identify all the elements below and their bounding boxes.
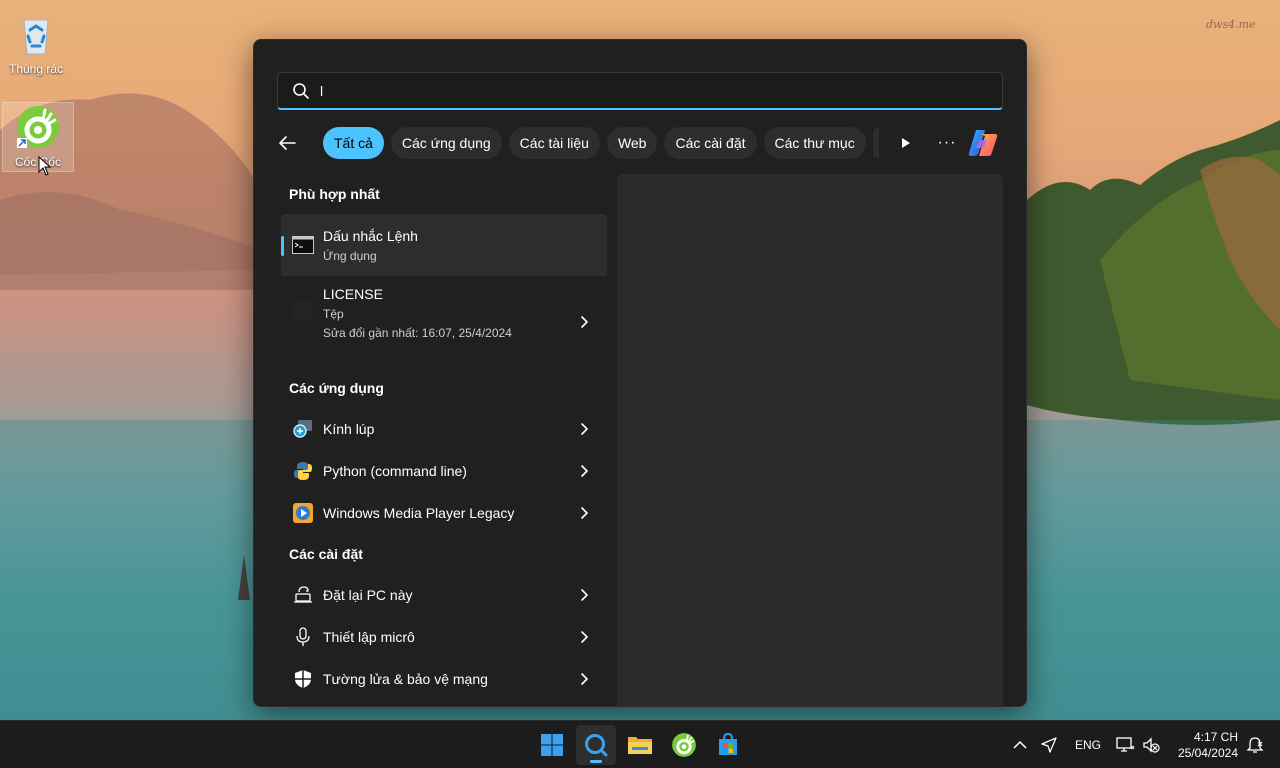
media-player-icon [292, 502, 314, 524]
coccoc-browser-icon [672, 733, 696, 757]
language-indicator[interactable]: ENG [1075, 721, 1101, 768]
desktop-icon-recycle-bin[interactable]: Thùng rác [0, 10, 72, 76]
preview-pane [617, 174, 1003, 706]
filter-chip-settings[interactable]: Các cài đặt [664, 127, 757, 159]
settings-heading: Các cài đặt [289, 546, 363, 562]
desktop-icon-label: Thùng rác [8, 62, 64, 76]
magnifier-icon [292, 418, 314, 440]
chevron-right-icon [581, 507, 588, 519]
taskbar-file-explorer[interactable] [620, 725, 660, 765]
app-label: Python (command line) [323, 463, 467, 479]
shield-icon [292, 668, 314, 690]
app-item-magnifier[interactable]: Kính lúp [281, 408, 607, 450]
microsoft-store-icon [719, 733, 737, 755]
filter-chip-web[interactable]: Web [606, 127, 658, 159]
notification-bell-icon [1246, 737, 1264, 753]
play-icon [901, 138, 910, 148]
app-item-python[interactable]: Python (command line) [281, 450, 607, 492]
filter-chip-folders[interactable]: Các thư mục [763, 127, 866, 159]
filter-chip-overflow[interactable] [872, 127, 879, 159]
taskbar-search-button[interactable] [576, 725, 616, 765]
filter-bar: Tất cả Các ứng dụng Các tài liệu Web Các… [277, 126, 920, 160]
filter-chip-apps[interactable]: Các ứng dụng [390, 127, 502, 159]
coccoc-browser-icon [14, 103, 62, 151]
filter-chip-documents[interactable]: Các tài liệu [508, 127, 600, 159]
location-arrow-icon [1041, 737, 1057, 753]
chevron-right-icon [581, 589, 588, 601]
arrow-left-icon [279, 136, 296, 150]
microphone-icon [292, 626, 314, 648]
file-result-item[interactable]: LICENSE Tệp Sửa đổi gần nhất: 16:07, 25/… [281, 276, 607, 368]
mouse-cursor-icon [38, 156, 52, 176]
taskbar: ENG 4:17 CH 25/04/2024 [0, 720, 1280, 768]
python-icon [292, 460, 314, 482]
taskbar-coccoc[interactable] [664, 725, 704, 765]
results-list: Phù hợp nhất Dấu nhắc Lệnh Ứng dụng LICE… [281, 174, 607, 700]
selection-accent [281, 236, 284, 256]
start-icon [541, 734, 563, 756]
setting-label: Thiết lập micrô [323, 629, 415, 645]
more-options-button[interactable]: ··· [932, 126, 962, 160]
best-match-item[interactable]: Dấu nhắc Lệnh Ứng dụng [281, 214, 607, 276]
volume-muted-icon [1143, 737, 1160, 753]
file-title: LICENSE [323, 286, 383, 302]
taskbar-microsoft-store[interactable] [708, 725, 748, 765]
setting-label: Tường lửa & bảo vệ mạng [323, 671, 488, 687]
file-modified: Sửa đổi gần nhất: 16:07, 25/4/2024 [323, 326, 512, 340]
chevron-up-icon [1013, 740, 1027, 749]
clock[interactable]: 4:17 CH 25/04/2024 [1178, 729, 1238, 761]
setting-item-firewall[interactable]: Tường lửa & bảo vệ mạng [281, 658, 607, 700]
search-box[interactable] [277, 72, 1003, 110]
copilot-icon [968, 130, 998, 156]
setting-item-reset-pc[interactable]: Đặt lại PC này [281, 574, 607, 616]
chevron-right-icon [581, 673, 588, 685]
back-button[interactable] [277, 127, 317, 159]
chevron-right-icon [581, 423, 588, 435]
recycle-bin-icon [12, 10, 60, 58]
copilot-button[interactable] [966, 126, 1000, 160]
search-input[interactable] [320, 82, 920, 99]
setting-item-microphone[interactable]: Thiết lập micrô [281, 616, 607, 658]
taskbar-start-button[interactable] [532, 725, 572, 765]
network-tray-button[interactable] [1116, 721, 1136, 768]
reset-pc-icon [292, 584, 314, 606]
chevron-right-icon [581, 316, 588, 328]
chevron-right-icon [581, 631, 588, 643]
chevron-right-icon [581, 465, 588, 477]
network-icon [1116, 737, 1135, 752]
notifications-button[interactable] [1246, 721, 1264, 768]
file-type: Tệp [323, 307, 344, 321]
apps-heading: Các ứng dụng [289, 380, 384, 396]
clock-time: 4:17 CH [1193, 730, 1238, 744]
filter-chip-all[interactable]: Tất cả [323, 127, 384, 159]
search-icon [585, 734, 608, 757]
app-label: Kính lúp [323, 421, 375, 437]
clock-date: 25/04/2024 [1177, 746, 1238, 760]
show-hidden-icons-button[interactable] [1012, 721, 1028, 768]
setting-label: Đặt lại PC này [323, 587, 413, 603]
search-icon [293, 82, 309, 99]
best-match-title: Dấu nhắc Lệnh [323, 227, 418, 244]
command-prompt-icon [292, 234, 314, 256]
app-label: Windows Media Player Legacy [323, 505, 515, 521]
wallpaper-watermark: dws4.me [1206, 18, 1256, 31]
file-icon [292, 300, 314, 322]
best-match-subtitle: Ứng dụng [323, 248, 377, 263]
location-tray-button[interactable] [1040, 721, 1058, 768]
search-panel: Tất cả Các ứng dụng Các tài liệu Web Các… [253, 39, 1027, 707]
best-match-heading: Phù hợp nhất [289, 186, 380, 202]
scroll-filters-button[interactable] [892, 127, 920, 159]
file-explorer-icon [628, 737, 652, 754]
app-item-media-player[interactable]: Windows Media Player Legacy [281, 492, 607, 534]
volume-tray-button[interactable] [1142, 721, 1160, 768]
